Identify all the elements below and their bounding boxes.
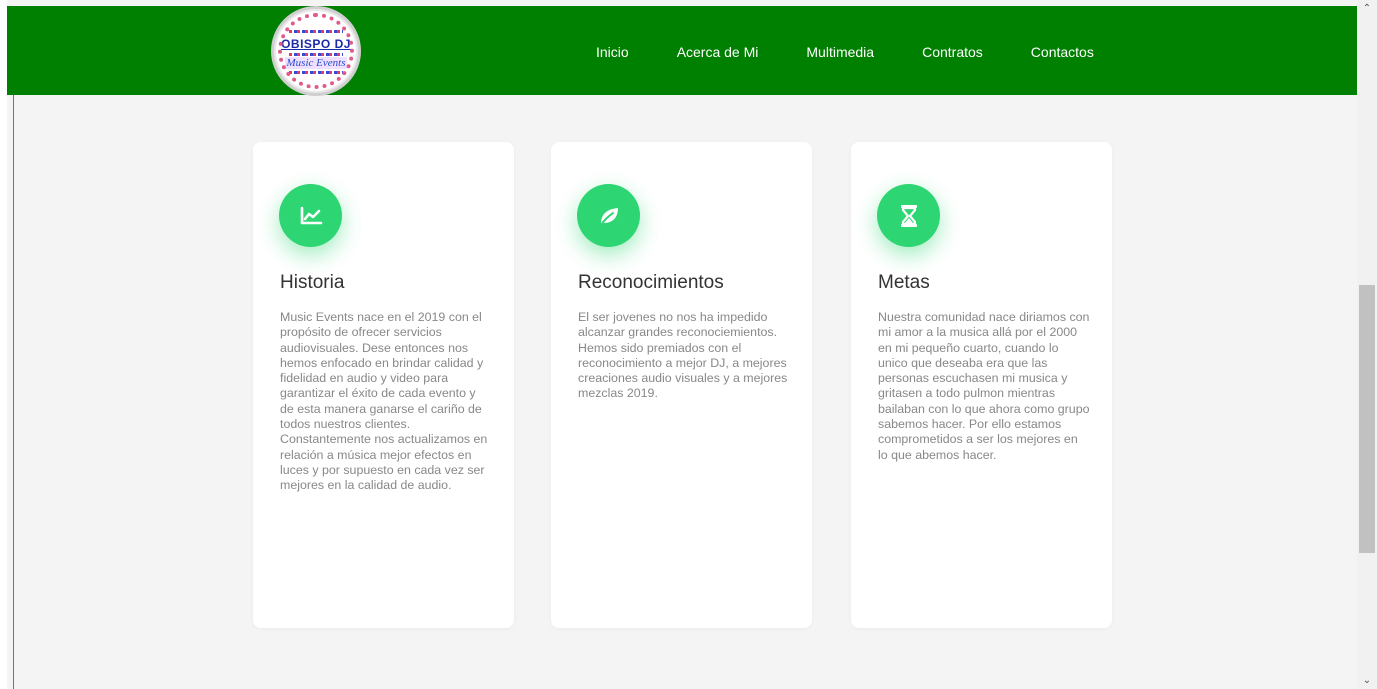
page-edge-line [13,95,14,689]
nav-link-inicio[interactable]: Inicio [596,44,629,60]
scroll-up-icon[interactable]: ⌃ [1357,0,1377,17]
nav-link-acerca[interactable]: Acerca de Mi [677,44,759,60]
card-reconocimientos: Reconocimientos El ser jovenes no nos ha… [551,142,812,628]
logo[interactable]: OBISPO DJ Music Events [271,6,361,96]
card-title: Metas [878,272,930,293]
nav-link-contactos[interactable]: Contactos [1031,44,1094,60]
chart-line-icon [279,184,342,247]
leaf-icon [577,184,640,247]
nav-links: Inicio Acerca de Mi Multimedia Contratos… [596,44,1142,60]
logo-ring [278,13,354,89]
page-viewport: OBISPO DJ Music Events Inicio Acerca de … [0,0,1357,689]
navbar: OBISPO DJ Music Events Inicio Acerca de … [7,6,1357,96]
card-text: El ser jovenes no nos ha impedido alcanz… [578,310,788,401]
nav-link-multimedia[interactable]: Multimedia [806,44,874,60]
scroll-thumb[interactable] [1359,285,1375,553]
vertical-scrollbar[interactable]: ⌃ ⌄ [1357,0,1377,689]
card-title: Reconocimientos [578,272,724,293]
card-historia: Historia Music Events nace en el 2019 co… [253,142,514,628]
hourglass-icon [877,184,940,247]
card-metas: Metas Nuestra comunidad nace diriamos co… [851,142,1112,628]
card-text: Music Events nace en el 2019 con el prop… [280,310,488,493]
card-title: Historia [280,272,345,293]
card-text: Nuestra comunidad nace diriamos con mi a… [878,310,1090,462]
scroll-down-icon[interactable]: ⌄ [1357,672,1377,689]
nav-link-contratos[interactable]: Contratos [922,44,983,60]
